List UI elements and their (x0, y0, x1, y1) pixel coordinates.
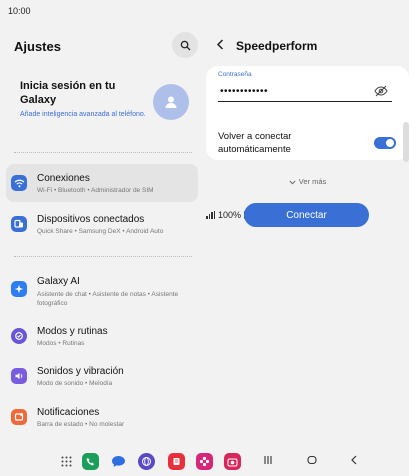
recent-apps-button[interactable] (263, 455, 273, 468)
settings-item-modes-routines[interactable]: Modos y rutinas Modos • Rutinas (6, 317, 198, 355)
wifi-detail-pane: Speedperform Contraseña •••••••••••• Vol… (206, 24, 409, 444)
status-time: 10:00 (8, 6, 31, 16)
messages-icon (112, 456, 125, 467)
taskbar (0, 446, 409, 476)
notes-icon (173, 458, 180, 465)
user-icon (165, 96, 177, 108)
settings-item-connected-devices[interactable]: Dispositivos conectados Quick Share • Sa… (6, 205, 198, 243)
search-button[interactable] (172, 32, 198, 58)
account-signin[interactable]: Inicia sesión en tu Galaxy Añade intelig… (20, 79, 150, 119)
galaxy-ai-icon (11, 281, 27, 297)
account-title: Inicia sesión en tu Galaxy (20, 80, 116, 106)
back-button[interactable] (216, 37, 224, 53)
wifi-icon (11, 175, 27, 191)
chevron-down-icon (289, 180, 296, 184)
camera-icon (227, 458, 238, 466)
notifications-icon (11, 409, 27, 425)
connect-button[interactable]: Conectar (244, 203, 369, 227)
gallery-app[interactable] (196, 453, 213, 470)
notes-app[interactable] (168, 453, 185, 470)
password-underline (218, 101, 392, 102)
see-more-button[interactable]: Ver más (206, 177, 409, 186)
settings-item-sub: Barra de estado • No molestar (37, 421, 125, 428)
settings-item-sub: Modos • Rutinas (37, 340, 85, 347)
settings-item-label: Modos y rutinas (37, 326, 108, 337)
divider (14, 256, 192, 257)
back-nav-button[interactable] (350, 455, 358, 468)
auto-reconnect-label: Volver a conectar automáticamente (218, 131, 292, 155)
network-title: Speedperform (236, 39, 318, 53)
settings-item-label: Galaxy AI (37, 276, 80, 287)
camera-app[interactable] (224, 453, 241, 470)
settings-pane: Ajustes Inicia sesión en tu Galaxy Añade… (0, 24, 206, 444)
account-subtitle: Añade inteligencia avanzada al teléfono. (20, 111, 146, 118)
settings-item-label: Dispositivos conectados (37, 214, 145, 225)
home-button[interactable] (307, 455, 317, 468)
password-field[interactable]: •••••••••••• (220, 86, 268, 97)
settings-item-galaxy-ai[interactable]: Galaxy AI Asistente de chat • Asistente … (6, 267, 198, 311)
divider (14, 152, 192, 153)
page-title: Ajustes (14, 39, 61, 54)
settings-item-sub: Asistente de chat • Asistente de notas •… (37, 291, 179, 307)
recent-apps-icon (264, 456, 272, 464)
settings-item-label: Conexiones (37, 173, 90, 184)
settings-item-notifications[interactable]: Notificaciones Barra de estado • No mole… (6, 398, 198, 436)
see-more-label: Ver más (298, 177, 327, 186)
messages-app[interactable] (110, 453, 127, 470)
status-bar: 10:00 100% (0, 0, 409, 220)
flower-icon (199, 456, 210, 467)
search-icon (180, 40, 190, 50)
wifi-settings-card: Contraseña •••••••••••• Volver a conecta… (206, 66, 409, 160)
home-icon (307, 455, 317, 465)
chevron-left-icon (216, 39, 224, 50)
avatar[interactable] (153, 84, 189, 120)
chevron-left-icon (351, 455, 357, 465)
settings-item-sub: Wi-Fi • Bluetooth • Administrador de SIM (37, 187, 154, 194)
modes-icon (11, 328, 27, 344)
devices-icon (11, 216, 27, 232)
settings-item-sub: Modo de sonido • Melodía (37, 380, 113, 387)
phone-app[interactable] (82, 453, 99, 470)
apps-grid-icon (61, 456, 72, 467)
sound-icon (11, 368, 27, 384)
settings-item-sounds[interactable]: Sonidos y vibración Modo de sonido • Mel… (6, 357, 198, 395)
settings-item-label: Sonidos y vibración (37, 366, 124, 377)
phone-icon (86, 457, 95, 466)
apps-grid-button[interactable] (58, 453, 75, 470)
auto-reconnect-toggle[interactable] (374, 137, 396, 149)
settings-item-label: Notificaciones (37, 407, 100, 418)
password-label: Contraseña (218, 71, 252, 78)
settings-item-sub: Quick Share • Samsung DeX • Android Auto (37, 228, 164, 235)
internet-app[interactable] (138, 453, 155, 470)
settings-item-connections[interactable]: Conexiones Wi-Fi • Bluetooth • Administr… (6, 164, 198, 202)
edge-panel-handle[interactable] (403, 122, 409, 162)
eye-off-icon[interactable] (374, 85, 388, 97)
globe-icon (142, 457, 151, 466)
